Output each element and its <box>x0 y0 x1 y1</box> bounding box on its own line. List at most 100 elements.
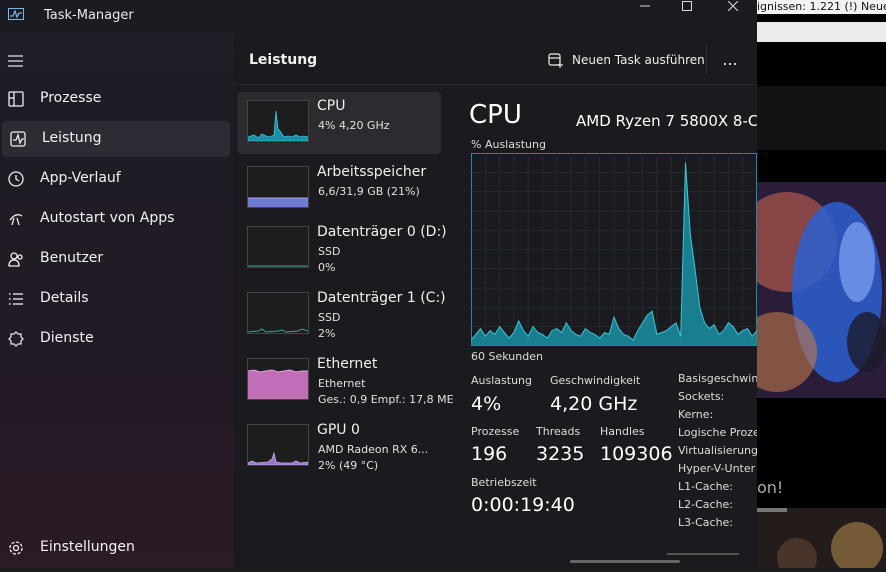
device-item-gpu[interactable]: GPU 0 AMD Radeon RX 6... 2% (49 °C) <box>237 416 441 478</box>
device-stat: Ethernet <box>318 377 366 390</box>
cpu-usage-chart <box>471 153 757 346</box>
header-divider <box>234 84 757 85</box>
sidebar-item-prozesse[interactable]: Prozesse <box>0 81 228 117</box>
maximize-button[interactable] <box>664 0 710 12</box>
device-name: Arbeitsspeicher <box>317 164 427 180</box>
close-button[interactable] <box>710 0 756 12</box>
info-item: Kerne: <box>678 408 714 421</box>
sidebar-item-label: Benutzer <box>40 250 104 266</box>
info-item: Hyper-V-Unter <box>678 462 756 475</box>
device-name: CPU <box>317 98 346 114</box>
device-name: Datenträger 1 (C:) <box>317 290 446 306</box>
info-item: Virtualisierung: <box>678 444 757 457</box>
gpu-thumbnail-graph <box>247 424 309 466</box>
betriebszeit-label: Betriebszeit <box>471 476 537 489</box>
horizontal-scrollbar[interactable] <box>570 560 680 563</box>
auslastung-value: 4% <box>471 393 502 415</box>
gear-icon <box>9 541 23 555</box>
device-stat: 4% 4,20 GHz <box>318 119 390 132</box>
sidebar-item-leistung[interactable]: Leistung <box>2 121 230 157</box>
cpu-info-list: Basisgeschwin Sockets: Kerne: Logische P… <box>678 372 757 534</box>
run-task-icon <box>548 53 563 68</box>
device-name: Datenträger 0 (D:) <box>317 224 447 240</box>
run-task-label: Neuen Task ausführen <box>572 53 705 67</box>
history-icon <box>8 171 24 187</box>
details-icon <box>9 293 23 305</box>
device-item-ethernet[interactable]: Ethernet Ethernet Ges.: 0,9 Empf.: 17,8 … <box>237 350 454 412</box>
more-options-button[interactable]: ... <box>716 50 744 70</box>
background-artwork-image-2 <box>757 508 886 572</box>
device-stat-2: Ges.: 0,9 Empf.: 17,8 ME <box>318 393 454 406</box>
sidebar-item-autostart[interactable]: Autostart von Apps <box>0 201 228 237</box>
threads-value: 3235 <box>536 443 585 465</box>
users-icon <box>8 252 23 267</box>
auslastung-label: Auslastung <box>471 374 532 387</box>
performance-icon <box>10 131 26 147</box>
sidebar-item-label: Leistung <box>42 130 102 146</box>
sidebar-item-label: Dienste <box>40 330 94 346</box>
background-artwork-image <box>737 182 886 398</box>
prozesse-label: Prozesse <box>471 425 520 438</box>
handles-label: Handles <box>600 425 645 438</box>
info-item: L1-Cache: <box>678 480 734 493</box>
device-item-disk-1[interactable]: Datenträger 1 (C:) SSD 2% <box>237 284 446 346</box>
threads-label: Threads <box>536 425 581 438</box>
minimize-button[interactable] <box>622 0 668 12</box>
info-divider <box>667 553 739 555</box>
processes-icon <box>8 91 24 107</box>
window-title: Task-Manager <box>44 8 134 23</box>
close-icon <box>728 1 738 11</box>
handles-value: 109306 <box>600 443 673 465</box>
memory-thumbnail-graph <box>247 166 309 208</box>
detail-title: CPU <box>469 100 522 130</box>
device-item-cpu[interactable]: CPU 4% 4,20 GHz <box>237 92 441 154</box>
sidebar-item-dienste[interactable]: Dienste <box>0 321 228 357</box>
sidebar-item-label: Details <box>40 290 89 306</box>
sidebar-item-label: Einstellungen <box>40 539 135 555</box>
info-item: L3-Cache: <box>678 516 734 529</box>
device-name: GPU 0 <box>317 422 360 438</box>
disk-1-thumbnail-graph <box>247 292 309 334</box>
page-title: Leistung <box>249 52 318 68</box>
sidebar-item-label: Autostart von Apps <box>40 210 175 226</box>
sidebar-item-benutzer[interactable]: Benutzer <box>0 241 228 277</box>
device-stat: SSD <box>318 245 341 258</box>
services-icon <box>8 331 24 347</box>
info-item: Basisgeschwin <box>678 372 757 385</box>
sidebar-item-einstellungen[interactable]: Einstellungen <box>0 530 228 566</box>
device-stat: SSD <box>318 311 341 324</box>
sidebar-item-details[interactable]: Details <box>0 281 228 317</box>
time-axis-label: 60 Sekunden <box>471 350 543 363</box>
device-stat-2: 2% <box>318 327 336 340</box>
startup-icon <box>9 214 23 226</box>
hamburger-menu-icon[interactable] <box>8 52 24 67</box>
info-item: Sockets: <box>678 390 725 403</box>
device-item-disk-0[interactable]: Datenträger 0 (D:) SSD 0% <box>237 218 447 280</box>
info-item: L2-Cache: <box>678 498 734 511</box>
task-manager-icon <box>8 5 24 20</box>
maximize-icon <box>682 1 692 11</box>
device-stat-2: 0% <box>318 261 336 274</box>
device-item-memory[interactable]: Arbeitsspeicher 6,6/31,9 GB (21%) <box>237 158 441 220</box>
device-name: Ethernet <box>317 356 378 372</box>
info-item: Logische Proze <box>678 426 757 439</box>
disk-0-thumbnail-graph <box>247 226 309 268</box>
background-window-panel <box>757 86 886 150</box>
minimize-icon <box>640 5 650 7</box>
geschwindigkeit-label: Geschwindigkeit <box>550 374 641 387</box>
utilization-axis-label: % Auslastung <box>471 138 546 151</box>
background-window-caption: on! <box>757 478 784 497</box>
device-stat-2: 2% (49 °C) <box>318 459 379 472</box>
betriebszeit-value: 0:00:19:40 <box>471 494 575 516</box>
prozesse-value: 196 <box>471 443 508 465</box>
device-stat: AMD Radeon RX 6... <box>318 443 429 456</box>
sidebar-item-label: Prozesse <box>40 90 102 106</box>
run-new-task-button[interactable]: Neuen Task ausführen <box>548 50 705 70</box>
cpu-model-name: AMD Ryzen 7 5800X 8-Co <box>576 112 757 130</box>
device-stat: 6,6/31,9 GB (21%) <box>318 185 420 198</box>
background-window-bar <box>757 22 886 42</box>
toolbar-divider <box>706 44 707 74</box>
sidebar-item-app-verlauf[interactable]: App-Verlauf <box>0 161 228 197</box>
sidebar-item-label: App-Verlauf <box>40 170 121 186</box>
cpu-thumbnail-graph <box>247 100 309 142</box>
